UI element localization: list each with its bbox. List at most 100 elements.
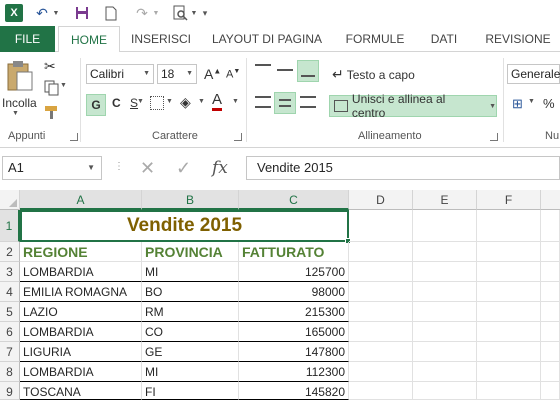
empty-cell[interactable] — [541, 382, 560, 400]
empty-cell[interactable] — [541, 210, 560, 242]
empty-cell[interactable] — [413, 262, 477, 282]
tab-page-layout[interactable]: LAYOUT DI PAGINA — [204, 26, 330, 52]
empty-cell[interactable] — [413, 362, 477, 382]
row-header-4[interactable]: 4 — [0, 282, 20, 302]
empty-cell[interactable] — [477, 302, 541, 322]
align-top-icon[interactable] — [255, 64, 271, 78]
customize-qat-icon[interactable]: ▾ — [200, 3, 210, 23]
row-header-9[interactable]: 9 — [0, 382, 20, 400]
empty-cell[interactable] — [349, 382, 413, 400]
table-cell[interactable]: 215300 — [239, 302, 349, 322]
font-color-dropdown-icon[interactable]: ▼ — [232, 98, 239, 105]
paste-button[interactable] — [6, 60, 36, 94]
empty-cell[interactable] — [413, 342, 477, 362]
name-box[interactable]: A1 ▼ — [2, 156, 102, 180]
borders-icon[interactable] — [150, 96, 164, 110]
empty-cell[interactable] — [477, 382, 541, 400]
tab-review[interactable]: REVISIONE — [478, 26, 558, 52]
column-header-d[interactable]: D — [349, 190, 413, 210]
currency-format-icon[interactable]: ⊞ — [512, 96, 523, 112]
table-cell[interactable]: MI — [142, 362, 239, 382]
row-header-2[interactable]: 2 — [0, 242, 20, 262]
cut-icon[interactable]: ✂ — [44, 58, 56, 75]
empty-cell[interactable] — [349, 362, 413, 382]
undo-dropdown-icon[interactable]: ▼ — [52, 3, 60, 23]
empty-cell[interactable] — [477, 362, 541, 382]
table-cell[interactable]: MI — [142, 262, 239, 282]
table-cell[interactable]: TOSCANA — [20, 382, 142, 400]
title-cell[interactable]: Vendite 2015 — [20, 210, 351, 244]
tab-insert[interactable]: INSERISCI — [128, 26, 194, 52]
merge-center-button[interactable]: Unisci e allinea al centro ▼ — [329, 92, 497, 120]
table-cell[interactable]: BO — [142, 282, 239, 302]
table-cell[interactable]: CO — [142, 322, 239, 342]
empty-cell[interactable] — [413, 210, 477, 242]
table-cell[interactable]: LIGURIA — [20, 342, 142, 362]
table-cell[interactable]: GE — [142, 342, 239, 362]
underline-dropdown-icon[interactable]: ▼ — [137, 98, 144, 105]
row-header-5[interactable]: 5 — [0, 302, 20, 322]
table-cell[interactable]: RM — [142, 302, 239, 322]
empty-cell[interactable] — [413, 242, 477, 262]
empty-cell[interactable] — [413, 382, 477, 400]
empty-cell[interactable] — [349, 210, 413, 242]
copy-icon[interactable] — [44, 80, 60, 96]
table-cell[interactable]: 125700 — [239, 262, 349, 282]
table-cell[interactable]: LOMBARDIA — [20, 262, 142, 282]
font-launcher-icon[interactable] — [234, 133, 242, 141]
tab-formulas[interactable]: FORMULE — [340, 26, 410, 52]
empty-cell[interactable] — [477, 242, 541, 262]
tab-data[interactable]: DATI — [420, 26, 468, 52]
table-cell[interactable]: 147800 — [239, 342, 349, 362]
table-cell[interactable]: LOMBARDIA — [20, 322, 142, 342]
empty-cell[interactable] — [349, 322, 413, 342]
clipboard-launcher-icon[interactable] — [70, 133, 78, 141]
tab-file[interactable]: FILE — [0, 26, 55, 52]
select-all-button[interactable] — [0, 190, 20, 210]
grow-font-button[interactable]: A▲ — [204, 66, 221, 82]
header-cell-province[interactable]: PROVINCIA — [142, 242, 239, 262]
column-header-f[interactable]: F — [477, 190, 541, 210]
format-painter-icon[interactable] — [44, 104, 60, 120]
insert-function-button[interactable]: fx — [212, 158, 228, 178]
row-header-7[interactable]: 7 — [0, 342, 20, 362]
print-dropdown-icon[interactable]: ▼ — [190, 3, 198, 23]
empty-cell[interactable] — [413, 322, 477, 342]
bold-button[interactable]: G — [86, 94, 106, 116]
align-bottom-button[interactable] — [297, 60, 319, 82]
paste-label[interactable]: Incolla — [2, 96, 37, 110]
fill-color-dropdown-icon[interactable]: ▼ — [198, 98, 205, 105]
borders-dropdown-icon[interactable]: ▼ — [166, 98, 173, 105]
paste-dropdown-icon[interactable]: ▼ — [12, 110, 19, 117]
number-format-combo[interactable]: Generale — [507, 64, 560, 84]
column-header-e[interactable]: E — [413, 190, 477, 210]
column-header-a[interactable]: A — [20, 190, 142, 210]
undo-button[interactable]: ↶ — [32, 3, 52, 23]
shrink-font-button[interactable]: A▼ — [226, 68, 240, 81]
table-cell[interactable]: LAZIO — [20, 302, 142, 322]
table-cell[interactable]: 145820 — [239, 382, 349, 400]
empty-cell[interactable] — [477, 322, 541, 342]
column-header-b[interactable]: B — [142, 190, 239, 210]
redo-button[interactable]: ↷ — [132, 3, 152, 23]
align-left-icon[interactable] — [255, 96, 271, 108]
empty-cell[interactable] — [349, 262, 413, 282]
font-name-combo[interactable]: Calibri ▼ — [86, 64, 154, 84]
cancel-icon[interactable]: ✕ — [140, 158, 155, 179]
column-header-g[interactable] — [541, 190, 560, 210]
italic-button[interactable]: C — [112, 96, 121, 110]
formula-input[interactable]: Vendite 2015 — [246, 156, 560, 180]
tab-home[interactable]: HOME — [58, 26, 120, 53]
empty-cell[interactable] — [413, 282, 477, 302]
currency-dropdown-icon[interactable]: ▼ — [528, 98, 535, 105]
print-preview-button[interactable] — [170, 3, 190, 23]
empty-cell[interactable] — [541, 342, 560, 362]
align-middle-icon[interactable] — [277, 69, 293, 71]
header-cell-region[interactable]: REGIONE — [20, 242, 142, 262]
empty-cell[interactable] — [413, 302, 477, 322]
table-cell[interactable]: FI — [142, 382, 239, 400]
align-right-icon[interactable] — [300, 96, 316, 108]
empty-cell[interactable] — [349, 242, 413, 262]
row-header-6[interactable]: 6 — [0, 322, 20, 342]
empty-cell[interactable] — [541, 322, 560, 342]
